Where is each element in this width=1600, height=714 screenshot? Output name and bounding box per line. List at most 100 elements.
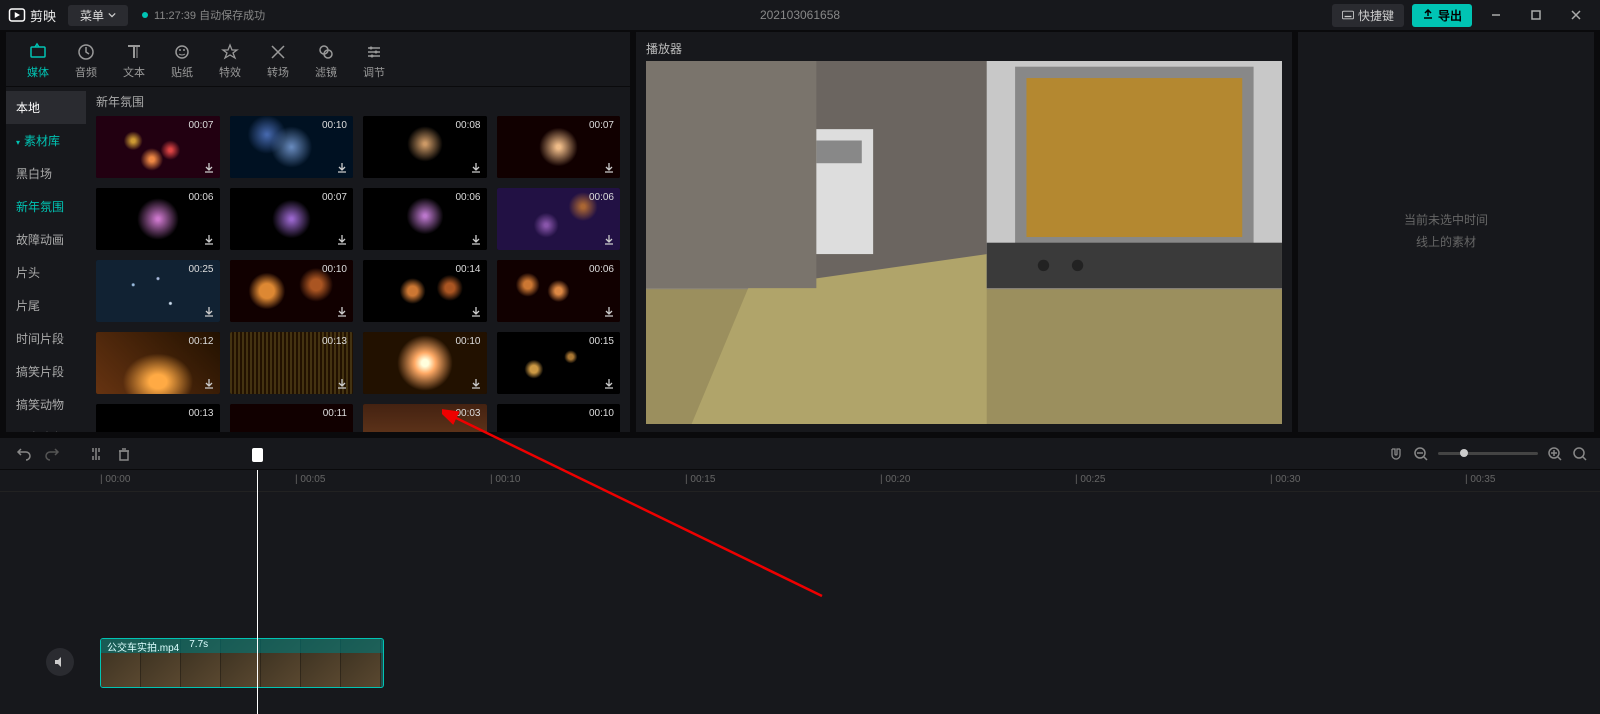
- tool-tab-贴纸[interactable]: 贴纸: [158, 38, 206, 86]
- gallery-clip[interactable]: 00:12: [96, 332, 220, 394]
- zoom-in-icon: [1548, 447, 1562, 461]
- clip-duration: 00:07: [589, 120, 614, 131]
- download-icon: [336, 161, 348, 173]
- title-bar: 剪映 菜单 11:27:39 自动保存成功 202103061658 快捷键 导…: [0, 0, 1600, 30]
- gallery-clip[interactable]: 00:11: [230, 404, 354, 432]
- export-button[interactable]: 导出: [1412, 4, 1472, 27]
- download-clip-button[interactable]: [202, 376, 216, 390]
- download-clip-button[interactable]: [335, 232, 349, 246]
- clip-duration: 00:15: [589, 336, 614, 347]
- category-item[interactable]: 搞笑动物: [6, 388, 86, 421]
- playhead[interactable]: [257, 470, 258, 714]
- download-clip-button[interactable]: [335, 304, 349, 318]
- split-button[interactable]: [84, 442, 108, 466]
- gallery-clip[interactable]: 00:07: [497, 116, 621, 178]
- gallery-section-title: 新年氛围: [96, 93, 620, 110]
- redo-icon: [44, 446, 60, 462]
- window-minimize-button[interactable]: [1480, 3, 1512, 27]
- gallery-clip[interactable]: 00:25: [96, 260, 220, 322]
- gallery-clip[interactable]: 00:07: [230, 188, 354, 250]
- tool-tab-音频[interactable]: 音频: [62, 38, 110, 86]
- undo-button[interactable]: [12, 442, 36, 466]
- download-clip-button[interactable]: [469, 160, 483, 174]
- download-clip-button[interactable]: [469, 304, 483, 318]
- tool-tab-文本[interactable]: 文本: [110, 38, 158, 86]
- download-clip-button[interactable]: [602, 376, 616, 390]
- zoom-out-button[interactable]: [1414, 447, 1428, 461]
- window-maximize-button[interactable]: [1520, 3, 1552, 27]
- tool-tab-icon: [28, 42, 48, 62]
- gallery-clip[interactable]: 00:06: [96, 188, 220, 250]
- gallery-clip[interactable]: 00:08: [363, 116, 487, 178]
- zoom-fit-button[interactable]: [1572, 446, 1588, 462]
- category-item[interactable]: 新年氛围: [6, 190, 86, 223]
- tool-tab-特效[interactable]: 特效: [206, 38, 254, 86]
- zoom-slider[interactable]: [1438, 452, 1538, 455]
- category-item[interactable]: 黑白场: [6, 157, 86, 190]
- clip-duration: 00:10: [455, 336, 480, 347]
- ruler-mark: | 00:20: [880, 474, 910, 485]
- category-item[interactable]: 故障动画: [6, 223, 86, 256]
- delete-button[interactable]: [112, 442, 136, 466]
- ruler-mark: | 00:30: [1270, 474, 1300, 485]
- shortcuts-button[interactable]: 快捷键: [1332, 4, 1404, 27]
- download-clip-button[interactable]: [469, 232, 483, 246]
- playhead-handle[interactable]: [252, 448, 263, 462]
- category-item[interactable]: 片尾: [6, 289, 86, 322]
- gallery-clip[interactable]: 00:10: [497, 404, 621, 432]
- download-clip-button[interactable]: [602, 160, 616, 174]
- gallery-clip[interactable]: 00:10: [230, 260, 354, 322]
- tool-tab-调节[interactable]: 调节: [350, 38, 398, 86]
- gallery-clip[interactable]: 00:03: [363, 404, 487, 432]
- download-icon: [603, 233, 615, 245]
- gallery-clip[interactable]: 00:06: [497, 260, 621, 322]
- timeline-tracks[interactable]: 公交车实拍.mp4 7.7s: [0, 492, 1600, 714]
- download-clip-button[interactable]: [335, 376, 349, 390]
- category-item[interactable]: 搞笑片段: [6, 355, 86, 388]
- gallery-clip[interactable]: 00:15: [497, 332, 621, 394]
- gallery-clip[interactable]: 00:13: [230, 332, 354, 394]
- gallery-clip[interactable]: 00:10: [230, 116, 354, 178]
- tool-tab-滤镜[interactable]: 滤镜: [302, 38, 350, 86]
- download-icon: [203, 305, 215, 317]
- zoom-in-button[interactable]: [1548, 447, 1562, 461]
- download-clip-button[interactable]: [602, 304, 616, 318]
- tool-tab-icon: [124, 42, 144, 62]
- clip-duration: 00:06: [589, 264, 614, 275]
- download-clip-button[interactable]: [469, 376, 483, 390]
- clip-duration: 00:06: [188, 192, 213, 203]
- gallery-clip[interactable]: 00:13: [96, 404, 220, 432]
- download-clip-button[interactable]: [335, 160, 349, 174]
- timeline-panel: | 00:00| 00:05| 00:10| 00:15| 00:20| 00:…: [0, 438, 1600, 714]
- category-item[interactable]: 时间片段: [6, 322, 86, 355]
- gallery-clip[interactable]: 00:14: [363, 260, 487, 322]
- video-track-clip[interactable]: 公交车实拍.mp4 7.7s: [100, 638, 384, 688]
- gallery-clip[interactable]: 00:06: [363, 188, 487, 250]
- tool-tab-转场[interactable]: 转场: [254, 38, 302, 86]
- download-clip-button[interactable]: [202, 232, 216, 246]
- category-item[interactable]: ▾素材库: [6, 124, 86, 157]
- clip-duration: 00:03: [455, 408, 480, 419]
- gallery-clip[interactable]: 00:10: [363, 332, 487, 394]
- download-clip-button[interactable]: [202, 160, 216, 174]
- gallery-clip[interactable]: 00:06: [497, 188, 621, 250]
- magnet-button[interactable]: [1388, 446, 1404, 462]
- category-item[interactable]: 片头: [6, 256, 86, 289]
- main-menu-button[interactable]: 菜单: [68, 5, 128, 26]
- timeline-ruler[interactable]: | 00:00| 00:05| 00:10| 00:15| 00:20| 00:…: [0, 470, 1600, 492]
- gallery-clip[interactable]: 00:07: [96, 116, 220, 178]
- category-item[interactable]: 配音片段: [6, 421, 86, 432]
- window-close-button[interactable]: [1560, 3, 1592, 27]
- tool-tab-icon: [364, 42, 384, 62]
- player-viewport[interactable]: [646, 61, 1282, 396]
- category-item[interactable]: 本地: [6, 91, 86, 124]
- project-title: 202103061658: [760, 8, 840, 22]
- zoom-slider-thumb[interactable]: [1460, 449, 1468, 457]
- tool-tab-媒体[interactable]: 媒体: [14, 38, 62, 86]
- redo-button[interactable]: [40, 442, 64, 466]
- clip-duration: 00:14: [455, 264, 480, 275]
- clip-duration: 00:12: [188, 336, 213, 347]
- download-clip-button[interactable]: [602, 232, 616, 246]
- download-clip-button[interactable]: [202, 304, 216, 318]
- track-mute-button[interactable]: [46, 648, 74, 676]
